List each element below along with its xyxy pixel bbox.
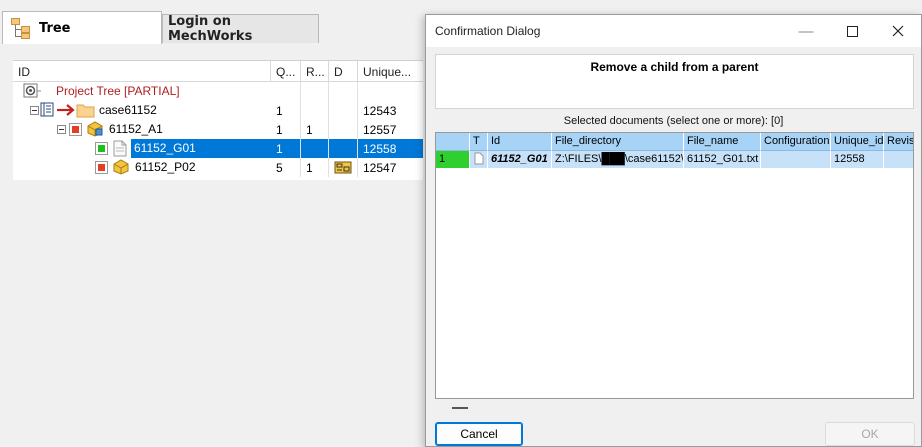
col-header-d[interactable]: D xyxy=(329,61,358,82)
banner-title: Remove a child from a parent xyxy=(590,60,759,74)
collapse-icon[interactable] xyxy=(30,106,39,115)
assembly-icon xyxy=(86,121,103,137)
cell-r: 1 xyxy=(301,158,329,177)
drawing-icon xyxy=(334,161,352,174)
book-icon xyxy=(39,101,55,117)
file-directory-cell: Z:\FILES\███\case61152\ xyxy=(552,151,684,168)
status-red-icon xyxy=(95,161,108,174)
cell-unique: 12543 xyxy=(363,104,397,118)
dialog-title: Confirmation Dialog xyxy=(435,24,541,38)
grid-header-configuration[interactable]: Configuration xyxy=(761,133,831,151)
dialog-titlebar[interactable]: Confirmation Dialog — xyxy=(426,15,921,47)
document-icon xyxy=(112,140,128,157)
configuration-cell xyxy=(761,151,831,168)
tab-login-mechworks[interactable]: Login on MechWorks xyxy=(162,14,319,44)
maximize-icon xyxy=(846,25,858,37)
tab-tree[interactable]: Tree xyxy=(2,11,162,44)
part-icon xyxy=(112,159,129,175)
cell-d xyxy=(329,158,358,177)
tree-item-label: 61152_A1 xyxy=(109,122,163,136)
cell-unique: 12547 xyxy=(363,161,397,175)
cell-d xyxy=(329,82,358,101)
cell-unique: 12558 xyxy=(358,139,423,158)
status-red-icon xyxy=(69,123,82,136)
cell-unique xyxy=(358,82,423,101)
divider xyxy=(452,407,468,409)
cancel-button[interactable]: Cancel xyxy=(435,422,523,446)
ok-button[interactable]: OK xyxy=(825,422,915,446)
cell-q: 5 xyxy=(271,158,301,177)
document-icon xyxy=(474,152,484,165)
tree-row-document[interactable]: 61152_G01 1 12558 xyxy=(13,139,423,158)
type-cell xyxy=(470,151,488,168)
grid-header-revision[interactable]: Revis xyxy=(884,133,913,151)
revision-cell xyxy=(884,151,913,168)
minimize-icon: — xyxy=(798,22,814,40)
tree-panel: ID Q... R... D Unique... Project Tree [P… xyxy=(13,60,423,180)
tree-icon xyxy=(9,16,35,40)
documents-grid: T Id File_directory File_name Configurat… xyxy=(435,132,914,399)
unique-id-cell: 12558 xyxy=(831,151,884,168)
file-name-cell: 61152_G01.txt xyxy=(684,151,761,168)
project-tree-label: Project Tree [PARTIAL] xyxy=(56,84,180,98)
cell-q: 1 xyxy=(271,120,301,139)
id-cell: 61152_G01 xyxy=(488,151,552,168)
grid-header-file-name[interactable]: File_name xyxy=(684,133,761,151)
tab-login-label: Login on MechWorks xyxy=(168,14,253,44)
cell-d xyxy=(329,139,358,158)
tree-row-assembly[interactable]: 1 1 12557 61152_A1 xyxy=(13,120,423,139)
tree-item-label: 61152_P02 xyxy=(135,160,196,174)
grid-header-file-directory[interactable]: File_directory xyxy=(552,133,684,151)
cell-q xyxy=(271,82,301,101)
tree-item-label: case61152 xyxy=(99,103,157,117)
tree-row-project[interactable]: Project Tree [PARTIAL] xyxy=(13,82,423,101)
col-header-id[interactable]: ID xyxy=(13,61,271,82)
cell-unique: 12557 xyxy=(363,123,397,137)
tab-tree-label: Tree xyxy=(39,20,71,36)
collapse-icon[interactable] xyxy=(57,125,66,134)
cell-r xyxy=(301,139,329,158)
minimize-button[interactable]: — xyxy=(783,15,829,47)
maximize-button[interactable] xyxy=(829,15,875,47)
project-icon xyxy=(23,83,41,99)
selection-label: Selected documents (select one or more):… xyxy=(563,115,784,127)
cell-d xyxy=(329,120,358,139)
col-header-unique[interactable]: Unique... xyxy=(358,61,423,82)
tree-row-case[interactable]: 1 12543 case61152 xyxy=(13,101,423,120)
cell-q: 1 xyxy=(271,139,301,158)
red-arrow-icon xyxy=(56,101,76,117)
close-icon xyxy=(892,25,904,37)
confirmation-dialog: Confirmation Dialog — Remove a child fro… xyxy=(425,14,922,447)
cell-r xyxy=(301,101,329,120)
grid-header-unique-id[interactable]: Unique_id xyxy=(831,133,884,151)
dialog-banner: Remove a child from a parent xyxy=(435,54,914,109)
grid-header-t[interactable]: T xyxy=(470,133,488,151)
cell-r xyxy=(301,82,329,101)
tree-item-label: 61152_G01 xyxy=(131,139,271,158)
cell-r: 1 xyxy=(301,120,329,139)
col-header-r[interactable]: R... xyxy=(301,61,329,82)
close-button[interactable] xyxy=(875,15,921,47)
cell-q: 1 xyxy=(271,101,301,120)
grid-header-id[interactable]: Id xyxy=(488,133,552,151)
grid-header-row-number[interactable] xyxy=(436,133,470,151)
col-header-quantity[interactable]: Q... xyxy=(271,61,301,82)
cell-d xyxy=(329,101,358,120)
folder-icon xyxy=(76,102,96,118)
status-green-icon xyxy=(95,142,108,155)
app-window: Tree Login on MechWorks ID Q... R... D U… xyxy=(0,0,922,447)
row-number-cell[interactable]: 1 xyxy=(436,151,470,168)
tree-row-part[interactable]: 5 1 12547 61152_P02 xyxy=(13,158,423,177)
